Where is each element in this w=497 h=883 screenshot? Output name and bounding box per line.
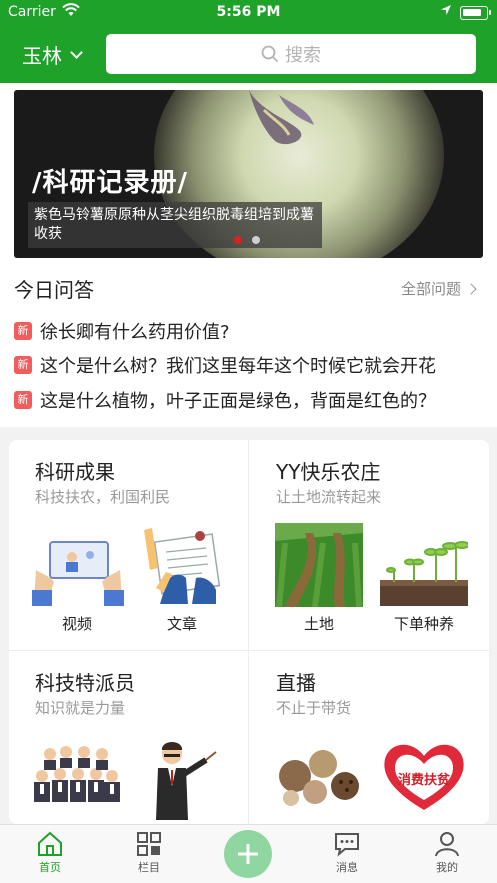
status-bar: Carrier 5:56 PM	[0, 0, 497, 26]
tab-messages-label: 消息	[336, 861, 358, 874]
tab-home-label: 首页	[39, 861, 61, 874]
live-card-title[interactable]: 直播	[276, 667, 316, 696]
tab-columns-label: 栏目	[138, 861, 160, 874]
land-label[interactable]: 土地	[269, 613, 369, 634]
city-label: 玉林	[22, 44, 62, 68]
tab-profile[interactable]: 我的	[417, 831, 477, 875]
video-label[interactable]: 视频	[27, 613, 127, 634]
land-illustration[interactable]	[275, 523, 363, 607]
qa-section-title: 今日问答	[14, 278, 94, 302]
envoy-card-title[interactable]: 科技特派员	[35, 667, 135, 696]
grid-icon	[137, 832, 161, 856]
banner-tag: /科研记录册/	[32, 168, 188, 198]
team-illustration[interactable]	[32, 742, 120, 804]
new-badge: 新	[14, 391, 32, 409]
qa-question: 这是什么植物，叶子正面是绿色，背面是红色的？	[40, 391, 436, 412]
carousel-dot-2[interactable]	[252, 236, 260, 244]
qa-all-link[interactable]: 全部问题	[400, 278, 477, 299]
specimen-illustration	[249, 90, 314, 145]
envoy-card-subtitle: 知识就是力量	[35, 699, 126, 717]
tab-profile-label: 我的	[436, 861, 458, 874]
add-button[interactable]	[224, 830, 272, 878]
chevron-down-icon	[70, 46, 83, 59]
tab-home[interactable]: 首页	[20, 831, 80, 875]
order-planting-label[interactable]: 下单种养	[374, 613, 474, 634]
status-time: 5:56 PM	[216, 4, 281, 20]
live-card-subtitle: 不止于带货	[276, 699, 352, 717]
tab-columns[interactable]: 栏目	[119, 831, 179, 875]
qa-item[interactable]: 新 这个是什么树？我们这里每年这个时候它就会开花	[14, 352, 436, 378]
qa-all-label: 全部问题	[400, 280, 461, 298]
search-icon	[261, 45, 279, 63]
carousel-dots	[234, 236, 260, 244]
location-arrow-icon	[440, 4, 452, 20]
carousel-dot-1[interactable]	[234, 236, 242, 244]
search-placeholder: 搜索	[285, 45, 321, 66]
city-selector[interactable]: 玉林	[22, 40, 83, 69]
teacher-illustration[interactable]	[150, 740, 220, 820]
user-icon	[435, 832, 459, 857]
farm-card-subtitle: 让土地流转起来	[276, 488, 382, 506]
article-illustration[interactable]	[136, 528, 228, 608]
search-input[interactable]: 搜索	[106, 34, 476, 74]
tab-bar: 首页 栏目 消息 我的	[0, 824, 497, 883]
nav-bar: 玉林 搜索	[0, 26, 497, 83]
tab-messages[interactable]: 消息	[317, 831, 377, 875]
message-icon	[335, 833, 359, 857]
grid-divider-vertical	[248, 440, 249, 824]
grid-divider-horizontal	[9, 650, 489, 651]
new-badge: 新	[14, 322, 32, 340]
home-icon	[38, 831, 62, 856]
qa-item[interactable]: 新 这是什么植物，叶子正面是绿色，背面是红色的？	[14, 387, 436, 413]
new-badge: 新	[14, 356, 32, 374]
research-card-subtitle: 科技扶农，利国利民	[35, 488, 171, 506]
research-card-title[interactable]: 科研成果	[35, 456, 115, 485]
video-illustration[interactable]	[32, 530, 124, 608]
chevron-right-icon	[465, 282, 477, 295]
article-label[interactable]: 文章	[132, 613, 232, 634]
herbs-illustration[interactable]	[275, 740, 363, 810]
heart-illustration[interactable]: 消费扶贫	[380, 740, 468, 812]
qa-question: 徐长卿有什么药用价值?	[40, 322, 230, 343]
app-header: Carrier 5:56 PM 玉林 搜索	[0, 0, 497, 83]
banner-caption: 紫色马铃薯原原种从茎尖组织脱毒组培到成薯收获	[28, 202, 322, 248]
poverty-text: 消费扶贫	[398, 772, 451, 788]
seedling-illustration[interactable]	[380, 540, 468, 606]
battery-icon	[460, 6, 491, 20]
banner-carousel[interactable]: /科研记录册/ 紫色马铃薯原原种从茎尖组织脱毒组培到成薯收获	[14, 90, 483, 258]
qa-question: 这个是什么树？我们这里每年这个时候它就会开花	[40, 356, 436, 377]
qa-item[interactable]: 新 徐长卿有什么药用价值?	[14, 318, 230, 344]
plus-icon	[238, 844, 258, 864]
farm-card-title[interactable]: YY快乐农庄	[276, 456, 380, 485]
